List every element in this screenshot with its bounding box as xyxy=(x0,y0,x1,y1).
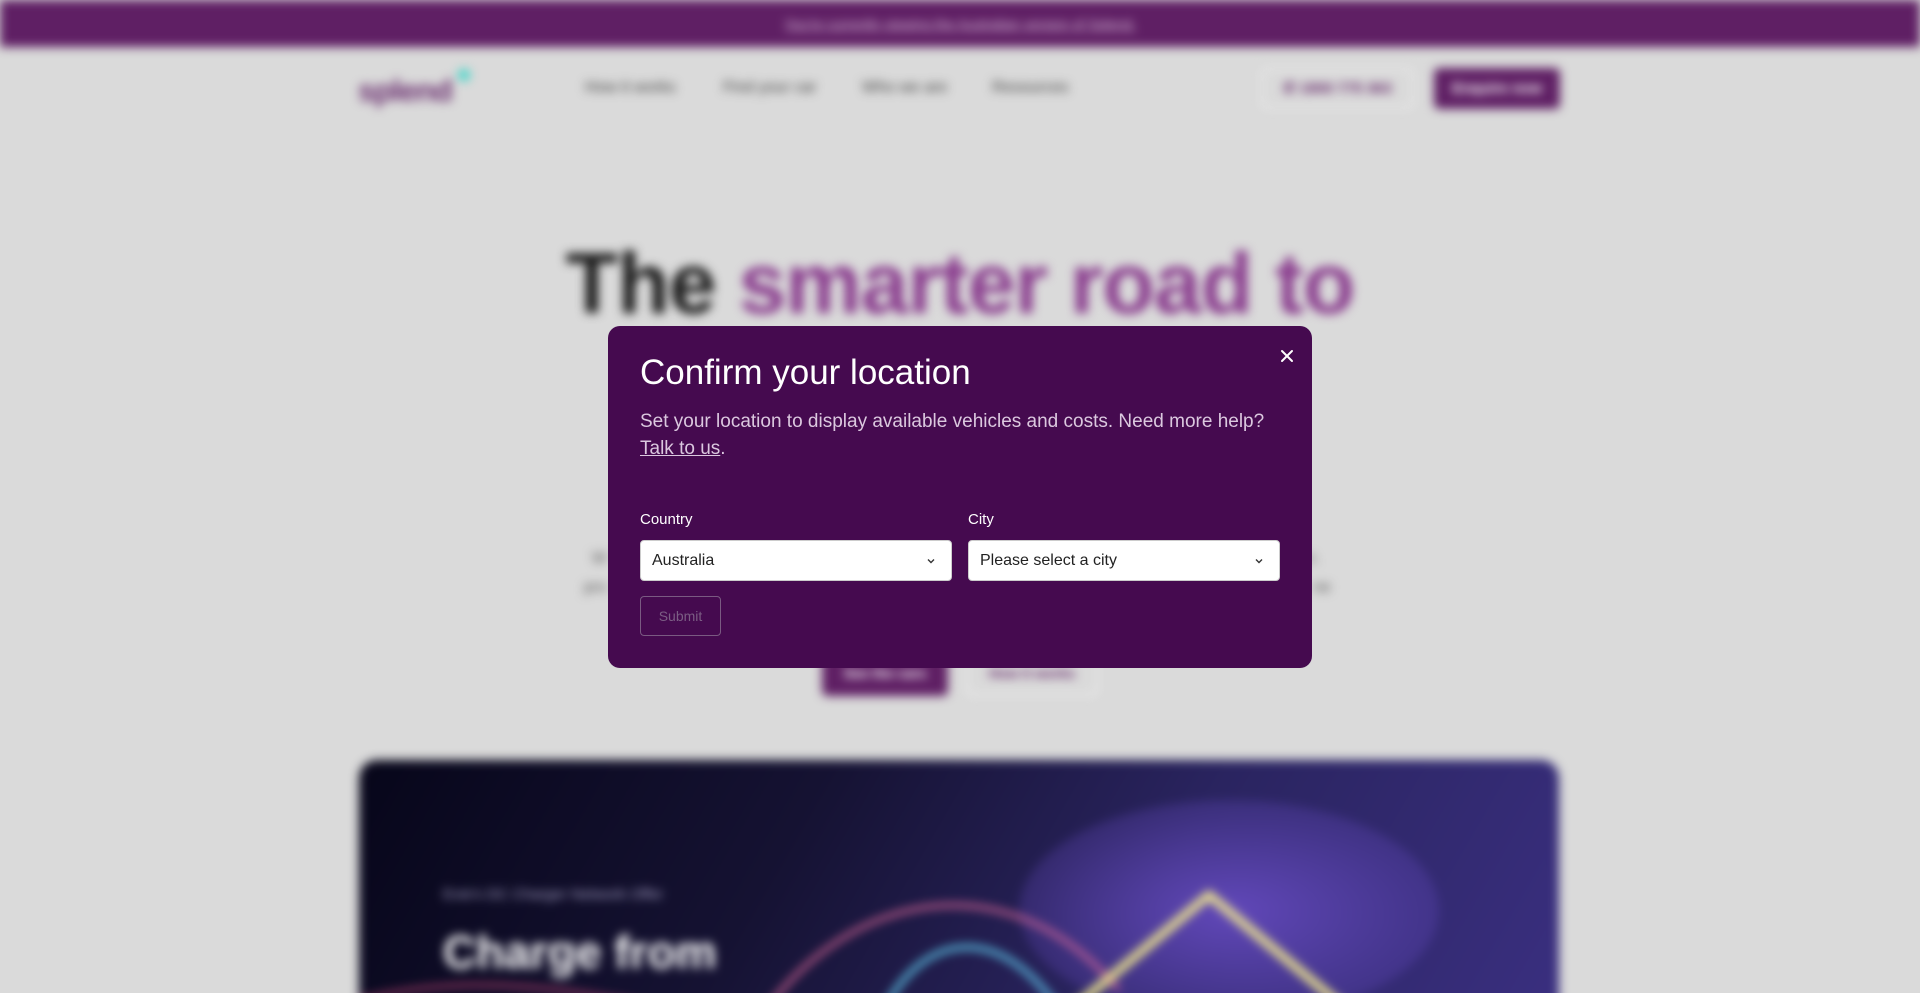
nav-link-find-your-car[interactable]: Find your car xyxy=(723,79,816,97)
submit-button[interactable]: Submit xyxy=(640,596,721,636)
phone-number: 1800 775 363 xyxy=(1299,80,1392,97)
city-select-value: Please select a city xyxy=(980,552,1117,569)
modal-description: Set your location to display available v… xyxy=(640,408,1280,462)
site-header: splend How it works Find your car Who we… xyxy=(0,47,1920,129)
chevron-down-icon xyxy=(927,559,935,564)
chevron-down-icon xyxy=(1255,559,1263,564)
hero-title-purple: smarter road to xyxy=(738,236,1355,332)
nav-link-how-it-works[interactable]: How it works xyxy=(585,79,676,97)
nav-link-resources[interactable]: Resources xyxy=(992,79,1068,97)
nav-link-who-we-are[interactable]: Who we are xyxy=(862,79,947,97)
modal-description-end: . xyxy=(720,438,726,459)
country-select-value: Australia xyxy=(652,552,715,569)
phone-icon: ✆ xyxy=(1283,80,1300,97)
location-modal: Confirm your location Set your location … xyxy=(608,326,1312,668)
city-select[interactable]: Please select a city xyxy=(968,540,1280,581)
city-label: City xyxy=(968,511,994,528)
hero-text-fragment: pro xyxy=(584,579,608,596)
modal-description-text: Set your location to display available v… xyxy=(640,411,1265,432)
hero-text-fragment: W xyxy=(592,550,608,567)
modal-title: Confirm your location xyxy=(640,353,971,392)
promo-title: Charge from xyxy=(443,926,717,978)
country-select[interactable]: Australia xyxy=(640,540,952,581)
phone-button[interactable]: ✆ 1800 775 363 xyxy=(1261,68,1414,109)
hero-title: The smarter road to xyxy=(0,235,1920,334)
country-label: Country xyxy=(640,511,693,528)
hero-title-dark: The xyxy=(565,236,717,332)
logo-accent-dot xyxy=(458,69,470,81)
enquire-now-button[interactable]: Enquire now xyxy=(1434,68,1560,109)
location-banner: You're currently viewing the Australian … xyxy=(0,0,1920,47)
promo-banner[interactable]: Evie's DC Charger Network Offer Charge f… xyxy=(359,760,1559,993)
splend-logo[interactable]: splend xyxy=(358,73,453,109)
close-icon[interactable] xyxy=(1274,343,1300,369)
talk-to-us-link[interactable]: Talk to us xyxy=(640,438,720,459)
location-banner-text[interactable]: You're currently viewing the Australian … xyxy=(0,16,1920,32)
promo-subtitle: Evie's DC Charger Network Offer xyxy=(443,886,664,903)
hero-text-fragment: ne xyxy=(1313,579,1331,596)
